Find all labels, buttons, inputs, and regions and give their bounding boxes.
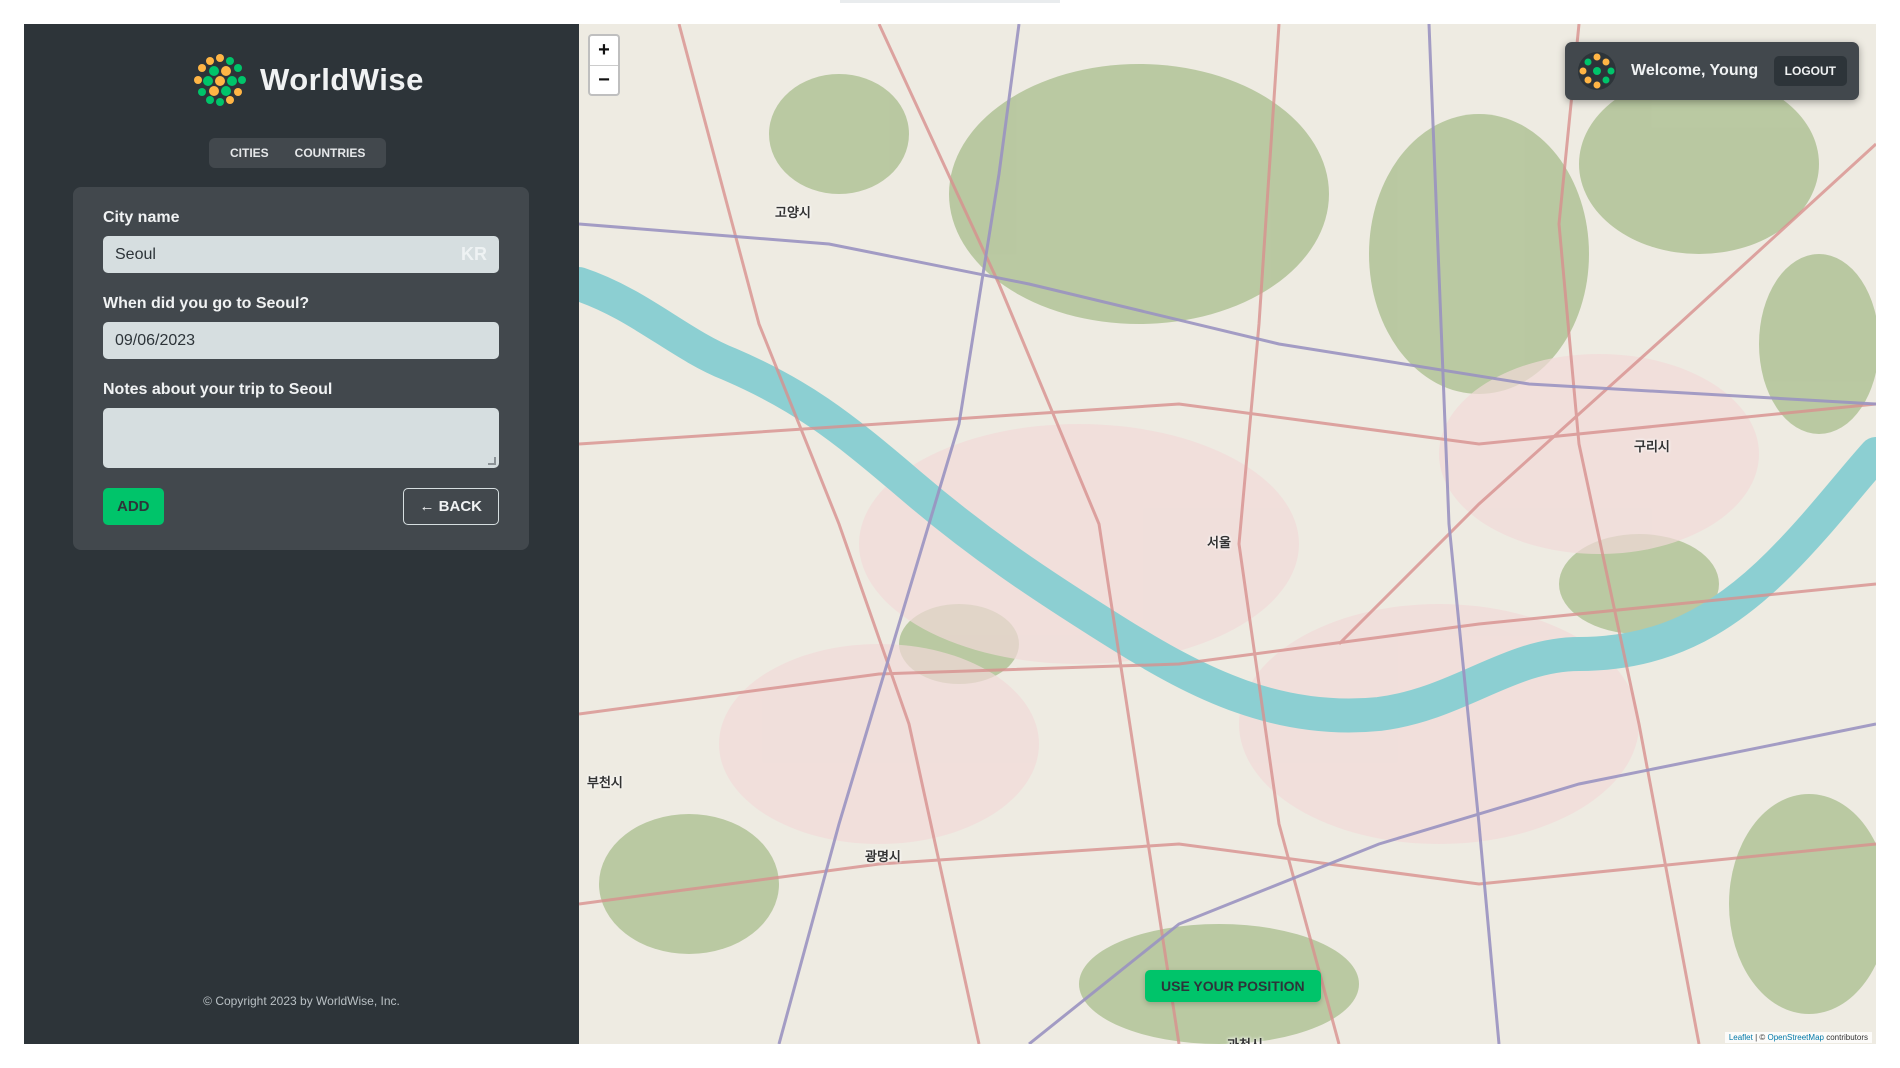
copyright: © Copyright 2023 by WorldWise, Inc. bbox=[203, 994, 400, 1008]
back-button[interactable]: ← BACK bbox=[402, 488, 499, 525]
user-avatar bbox=[1578, 52, 1616, 90]
date-input[interactable]: 09/06/2023 bbox=[103, 322, 499, 359]
attribution-separator: | © bbox=[1752, 1033, 1768, 1042]
logout-button[interactable]: LOGOUT bbox=[1773, 56, 1847, 86]
logo[interactable]: WorldWise bbox=[192, 52, 424, 108]
zoom-in-button[interactable]: + bbox=[590, 36, 618, 66]
map-attribution: Leaflet | © OpenStreetMap contributors bbox=[1724, 1032, 1872, 1043]
map-label-bucheon: 부천시 bbox=[587, 775, 623, 790]
map[interactable]: 서울 고양시 구리시 부천시 광명시 과천시 + − Welcome, Youn… bbox=[579, 24, 1876, 1044]
leaflet-link[interactable]: Leaflet bbox=[1729, 1033, 1753, 1042]
resize-handle-icon[interactable] bbox=[488, 457, 496, 465]
globe-logo-icon bbox=[193, 53, 247, 107]
add-button[interactable]: ADD bbox=[103, 488, 164, 525]
country-flag-code: KR bbox=[461, 244, 487, 264]
top-edge-strip bbox=[840, 0, 1060, 3]
user-panel: Welcome, Young LOGOUT bbox=[1565, 42, 1859, 100]
welcome-text: Welcome, Young bbox=[1631, 62, 1759, 79]
city-name-label: City name bbox=[103, 209, 180, 226]
attribution-tail: contributors bbox=[1823, 1033, 1868, 1042]
use-your-position-button[interactable]: USE YOUR POSITION bbox=[1145, 970, 1321, 1002]
date-label: When did you go to Seoul? bbox=[103, 295, 310, 312]
zoom-out-button[interactable]: − bbox=[590, 66, 618, 95]
zoom-control: + − bbox=[588, 34, 620, 96]
map-label-goyang: 고양시 bbox=[775, 205, 811, 220]
city-name-value: Seoul bbox=[115, 245, 156, 263]
app-name: WorldWise bbox=[260, 62, 424, 97]
add-city-form: City name Seoul KR When did you go to Se… bbox=[73, 187, 529, 550]
app-layout: WorldWise CITIES COUNTRIES City name Seo… bbox=[24, 24, 1876, 1044]
notes-label: Notes about your trip to Seoul bbox=[103, 381, 333, 398]
date-value: 09/06/2023 bbox=[115, 331, 196, 349]
tab-cities[interactable]: CITIES bbox=[217, 138, 282, 168]
map-label-gwacheon: 과천시 bbox=[1227, 1034, 1263, 1044]
city-name-input[interactable]: Seoul KR bbox=[103, 236, 499, 273]
city-country-tabs: CITIES COUNTRIES bbox=[209, 138, 387, 168]
notes-textarea[interactable] bbox=[103, 408, 499, 468]
map-label-guri: 구리시 bbox=[1634, 439, 1670, 454]
form-buttons: ADD ← BACK bbox=[103, 488, 499, 525]
sidebar: WorldWise CITIES COUNTRIES City name Seo… bbox=[24, 24, 579, 1044]
map-label-gwangmyeong: 광명시 bbox=[865, 849, 901, 864]
map-label-seoul: 서울 bbox=[1207, 535, 1231, 550]
osm-link[interactable]: OpenStreetMap bbox=[1767, 1033, 1823, 1042]
tab-countries[interactable]: COUNTRIES bbox=[282, 138, 379, 168]
